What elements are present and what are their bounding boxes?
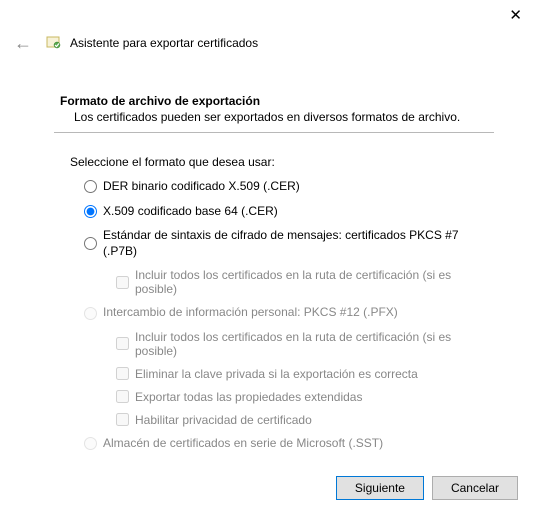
- radio-der-input[interactable]: [84, 180, 97, 193]
- radio-pfx-label: Intercambio de información personal: PKC…: [103, 305, 398, 321]
- checkbox-pfx-include: Incluir todos los certificados en la rut…: [116, 330, 494, 358]
- back-arrow-icon[interactable]: ←: [14, 34, 32, 52]
- header-row: ← Asistente para exportar certificados: [0, 30, 536, 58]
- footer-buttons: Siguiente Cancelar: [336, 476, 518, 500]
- radio-sst-input: [84, 437, 97, 450]
- radio-der[interactable]: DER binario codificado X.509 (.CER): [84, 179, 494, 195]
- checkbox-pfx-delete-label: Eliminar la clave privada si la exportac…: [135, 367, 418, 381]
- divider: [54, 132, 494, 133]
- section-heading: Formato de archivo de exportación: [60, 94, 494, 108]
- radio-pkcs7-label: Estándar de sintaxis de cifrado de mensa…: [103, 228, 494, 259]
- checkbox-pkcs7-include-label: Incluir todos los certificados en la rut…: [135, 268, 494, 296]
- checkbox-pfx-export-ext: Exportar todas las propiedades extendida…: [116, 390, 494, 404]
- radio-pkcs7[interactable]: Estándar de sintaxis de cifrado de mensa…: [84, 228, 494, 259]
- radio-der-label: DER binario codificado X.509 (.CER): [103, 179, 300, 195]
- next-button[interactable]: Siguiente: [336, 476, 424, 500]
- radio-pfx: Intercambio de información personal: PKC…: [84, 305, 494, 321]
- checkbox-pfx-privacy: Habilitar privacidad de certificado: [116, 413, 494, 427]
- format-radio-group: DER binario codificado X.509 (.CER) X.50…: [84, 179, 494, 452]
- checkbox-pkcs7-include: Incluir todos los certificados en la rut…: [116, 268, 494, 296]
- wizard-title: Asistente para exportar certificados: [70, 36, 258, 50]
- checkbox-pfx-privacy-input: [116, 413, 129, 426]
- radio-pkcs7-input[interactable]: [84, 237, 97, 250]
- radio-base64-input[interactable]: [84, 205, 97, 218]
- checkbox-pfx-delete-input: [116, 367, 129, 380]
- radio-sst: Almacén de certificados en serie de Micr…: [84, 436, 494, 452]
- close-button[interactable]: ✕: [509, 6, 522, 24]
- checkbox-pfx-include-input: [116, 337, 129, 350]
- checkbox-pkcs7-include-input: [116, 276, 129, 289]
- content-panel: Formato de archivo de exportación Los ce…: [0, 58, 536, 452]
- select-format-label: Seleccione el formato que desea usar:: [70, 155, 494, 169]
- section-subtext: Los certificados pueden ser exportados e…: [74, 110, 494, 124]
- certificate-icon: [46, 35, 62, 51]
- radio-base64-label: X.509 codificado base 64 (.CER): [103, 204, 278, 220]
- checkbox-pfx-include-label: Incluir todos los certificados en la rut…: [135, 330, 494, 358]
- radio-pfx-input: [84, 307, 97, 320]
- checkbox-pfx-delete: Eliminar la clave privada si la exportac…: [116, 367, 494, 381]
- titlebar: ✕: [0, 0, 536, 30]
- radio-sst-label: Almacén de certificados en serie de Micr…: [103, 436, 383, 452]
- cancel-button[interactable]: Cancelar: [432, 476, 518, 500]
- checkbox-pfx-export-ext-label: Exportar todas las propiedades extendida…: [135, 390, 362, 404]
- checkbox-pfx-export-ext-input: [116, 390, 129, 403]
- checkbox-pfx-privacy-label: Habilitar privacidad de certificado: [135, 413, 312, 427]
- radio-base64[interactable]: X.509 codificado base 64 (.CER): [84, 204, 494, 220]
